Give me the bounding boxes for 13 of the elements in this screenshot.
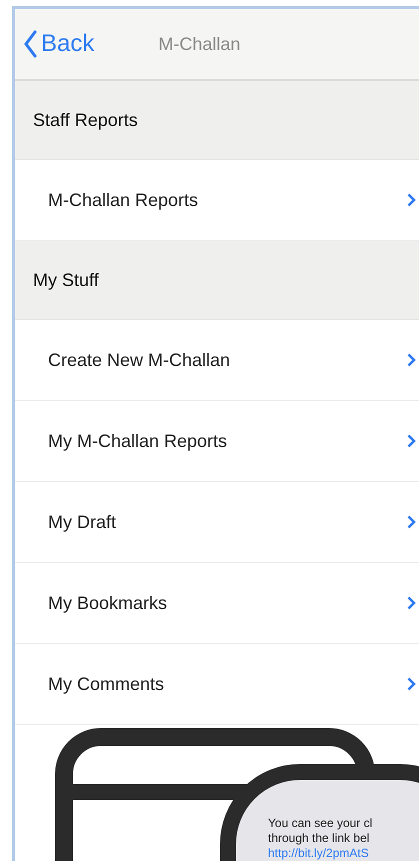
message-text: You can see your cl (268, 816, 374, 831)
message-text: through the link bel (268, 831, 370, 846)
chevron-right-icon (407, 434, 416, 448)
back-button[interactable]: Back (23, 26, 94, 62)
chevron-right-icon (407, 596, 416, 610)
chevron-right-icon (407, 193, 416, 207)
section-header: My Stuff (33, 268, 99, 292)
screen-title: M-Challan (158, 32, 240, 56)
chevron-right-icon (407, 677, 416, 691)
chevron-right-icon (407, 515, 416, 529)
chevron-right-icon (407, 353, 416, 367)
chevron-left-icon (23, 30, 37, 58)
section-header: Staff Reports (33, 108, 138, 132)
